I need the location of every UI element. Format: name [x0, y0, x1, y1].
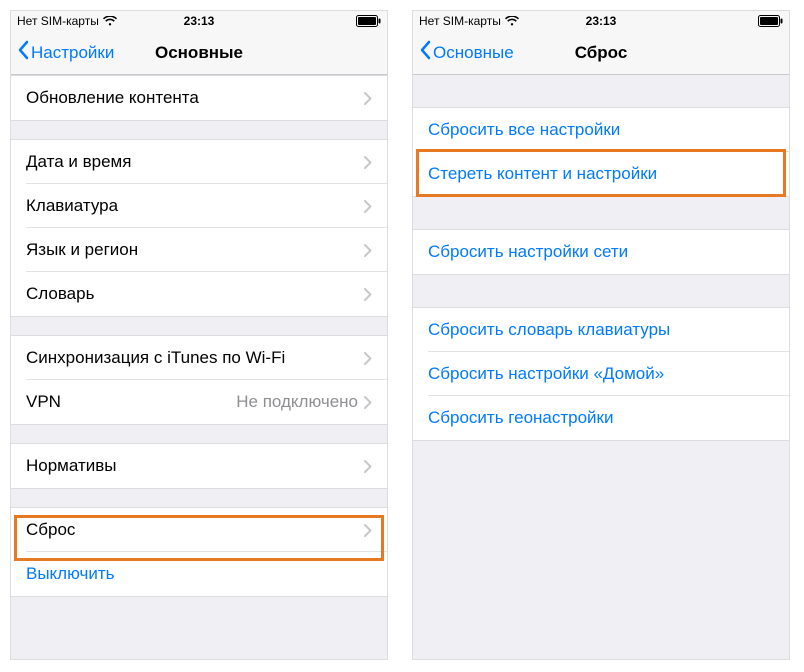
- row-keyboard[interactable]: Клавиатура: [11, 184, 387, 228]
- row-reset-network[interactable]: Сбросить настройки сети: [413, 230, 789, 274]
- phone-general-settings: Нет SIM-карты 23:13 Настройки Основные О…: [10, 10, 388, 660]
- row-dictionary[interactable]: Словарь: [11, 272, 387, 316]
- row-reset[interactable]: Сброс: [11, 508, 387, 552]
- clock-text: 23:13: [11, 14, 387, 28]
- chevron-right-icon: [364, 288, 372, 301]
- chevron-right-icon: [364, 244, 372, 257]
- chevron-right-icon: [364, 352, 372, 365]
- battery-icon: [758, 15, 783, 27]
- battery-icon: [356, 15, 381, 27]
- reset-list: Сбросить все настройки Стереть контент и…: [413, 107, 789, 441]
- row-reset-location[interactable]: Сбросить геонастройки: [413, 396, 789, 440]
- status-bar: Нет SIM-карты 23:13: [413, 11, 789, 31]
- row-reset-keyboard-dict[interactable]: Сбросить словарь клавиатуры: [413, 308, 789, 352]
- chevron-right-icon: [364, 92, 372, 105]
- nav-bar: Основные Сброс: [413, 31, 789, 75]
- row-reset-all-settings[interactable]: Сбросить все настройки: [413, 108, 789, 152]
- chevron-right-icon: [364, 200, 372, 213]
- row-regulatory[interactable]: Нормативы: [11, 444, 387, 488]
- chevron-right-icon: [364, 396, 372, 409]
- row-vpn[interactable]: VPN Не подключено: [11, 380, 387, 424]
- chevron-left-icon: [17, 40, 31, 65]
- row-date-time[interactable]: Дата и время: [11, 140, 387, 184]
- clock-text: 23:13: [413, 14, 789, 28]
- row-reset-home-layout[interactable]: Сбросить настройки «Домой»: [413, 352, 789, 396]
- row-erase-content-settings[interactable]: Стереть контент и настройки: [413, 152, 789, 196]
- back-label: Настройки: [31, 43, 114, 63]
- row-language-region[interactable]: Язык и регион: [11, 228, 387, 272]
- back-button[interactable]: Основные: [419, 40, 514, 65]
- row-content-refresh[interactable]: Обновление контента: [11, 76, 387, 120]
- vpn-status: Не подключено: [236, 392, 358, 412]
- row-shutdown[interactable]: Выключить: [11, 552, 387, 596]
- status-bar: Нет SIM-карты 23:13: [11, 11, 387, 31]
- chevron-left-icon: [419, 40, 433, 65]
- chevron-right-icon: [364, 524, 372, 537]
- back-label: Основные: [433, 43, 514, 63]
- row-itunes-wifi-sync[interactable]: Синхронизация с iTunes по Wi-Fi: [11, 336, 387, 380]
- chevron-right-icon: [364, 460, 372, 473]
- chevron-right-icon: [364, 156, 372, 169]
- nav-bar: Настройки Основные: [11, 31, 387, 75]
- phone-reset-settings: Нет SIM-карты 23:13 Основные Сброс Сброс…: [412, 10, 790, 660]
- settings-list: Обновление контента Дата и время Клавиат…: [11, 75, 387, 597]
- back-button[interactable]: Настройки: [17, 40, 114, 65]
